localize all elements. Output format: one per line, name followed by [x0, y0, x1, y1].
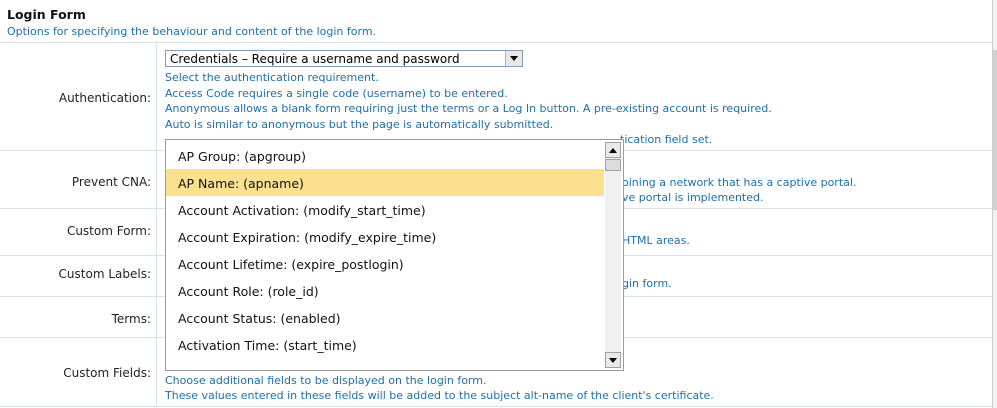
- authentication-select-value: Credentials – Require a username and pas…: [170, 52, 460, 66]
- scroll-down-icon[interactable]: [605, 352, 621, 368]
- authentication-help-4: Auto is similar to anonymous but the pag…: [165, 118, 554, 131]
- dropdown-option[interactable]: Account Lifetime: (expire_postlogin): [166, 250, 604, 277]
- custom-fields-help-1: Choose additional fields to be displayed…: [165, 374, 487, 387]
- page-scrollbar-thumb[interactable]: [993, 50, 997, 210]
- section-description: Options for specifying the behaviour and…: [7, 25, 377, 38]
- row-divider: [156, 297, 157, 337]
- dropdown-option[interactable]: Account Expiration: (modify_expire_time): [166, 223, 604, 250]
- scrollbar-thumb[interactable]: [605, 159, 621, 171]
- page-scrollbar[interactable]: [992, 0, 997, 408]
- section-title: Login Form: [7, 7, 86, 22]
- custom-form-label: Custom Form:: [66, 224, 151, 238]
- custom-fields-help-2: These values entered in these fields wil…: [165, 389, 714, 402]
- authentication-select[interactable]: Credentials – Require a username and pas…: [165, 50, 523, 67]
- row-divider: [156, 151, 157, 208]
- row-divider: [156, 256, 157, 296]
- dropdown-option[interactable]: Activation Time: (start_time): [166, 331, 604, 358]
- custom-labels-help: gin form.: [622, 277, 672, 290]
- row-divider: [156, 338, 157, 406]
- prevent-cna-label: Prevent CNA:: [71, 175, 151, 189]
- prevent-cna-help-2: ve portal is implemented.: [622, 191, 764, 204]
- dropdown-option[interactable]: Account Role: (role_id): [166, 277, 604, 304]
- terms-label: Terms:: [111, 312, 151, 326]
- section-header: Login Form Options for specifying the be…: [0, 0, 993, 43]
- authentication-help-5: tication field set.: [620, 133, 713, 146]
- row-divider: [156, 209, 157, 255]
- dropdown-option-highlighted[interactable]: AP Name: (apname): [166, 169, 604, 196]
- dropdown-option[interactable]: Account Status: (enabled): [166, 304, 604, 331]
- scroll-up-icon[interactable]: [605, 142, 621, 158]
- custom-form-help: HTML areas.: [622, 234, 690, 247]
- dropdown-option[interactable]: AP Group: (apgroup): [166, 142, 604, 169]
- custom-fields-dropdown-list[interactable]: AP Group: (apgroup) AP Name: (apname) Ac…: [165, 139, 624, 371]
- authentication-label: Authentication:: [58, 91, 151, 105]
- dropdown-option[interactable]: Account Activation: (modify_start_time): [166, 196, 604, 223]
- authentication-help-3: Anonymous allows a blank form requiring …: [165, 102, 772, 115]
- prevent-cna-help-1: oining a network that has a captive port…: [622, 176, 857, 189]
- dropdown-scrollbar[interactable]: [605, 142, 621, 368]
- authentication-help-1: Select the authentication requirement.: [165, 71, 379, 84]
- custom-labels-label: Custom Labels:: [58, 267, 151, 281]
- authentication-help-2: Access Code requires a single code (user…: [165, 87, 508, 100]
- custom-fields-label: Custom Fields:: [63, 366, 151, 380]
- row-divider: [156, 43, 157, 150]
- chevron-down-icon[interactable]: [505, 51, 522, 66]
